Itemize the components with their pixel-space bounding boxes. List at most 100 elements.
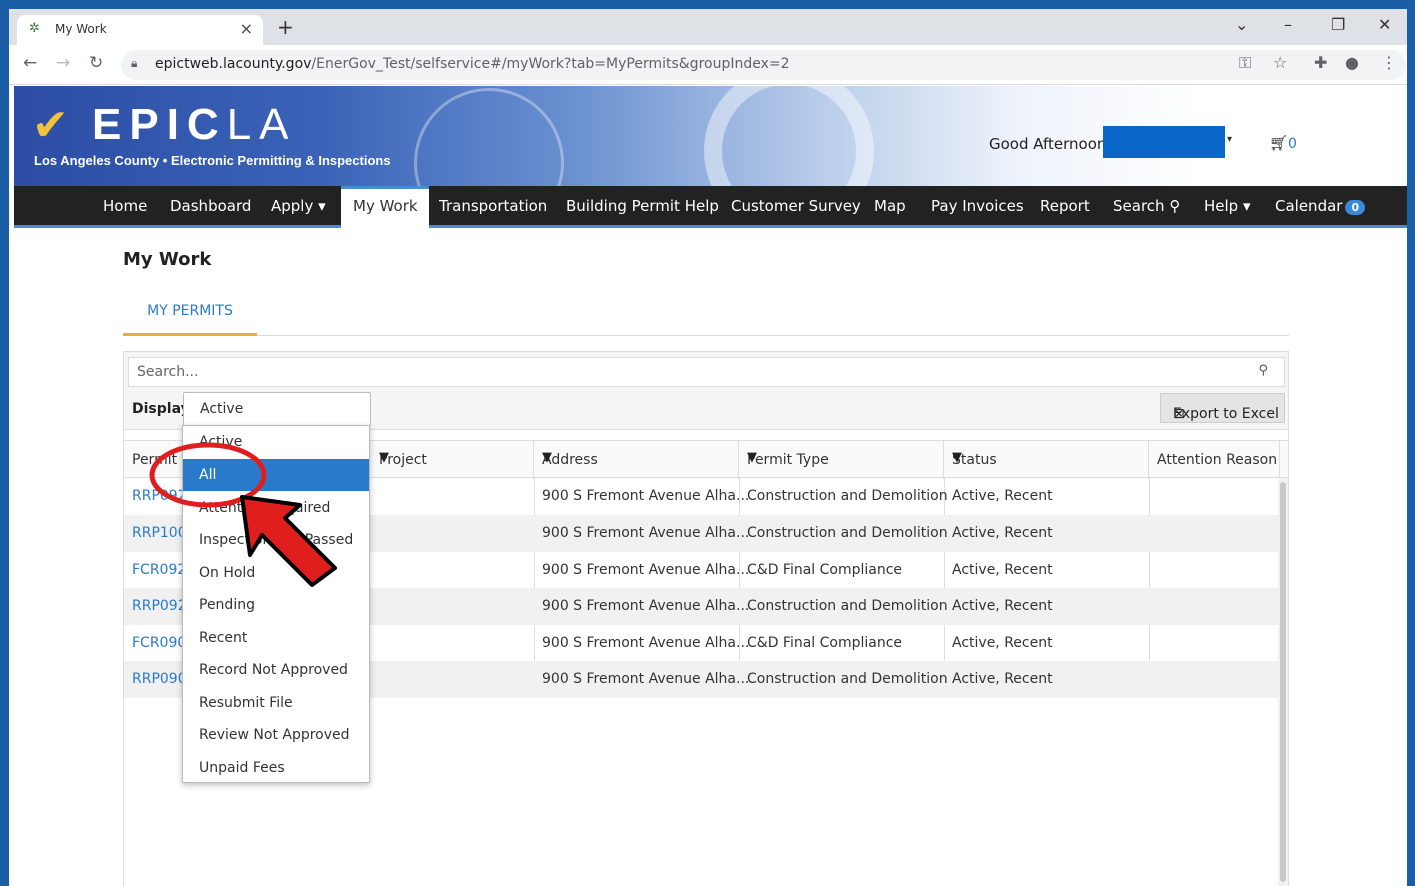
greeting-text: Good Afternoon, — [989, 135, 1112, 153]
nav-pay-invoices[interactable]: Pay Invoices — [931, 197, 1024, 215]
display-dropdown-list: Active All Attention Required Inspection… — [182, 425, 370, 783]
filter-icon[interactable]: ▼ — [952, 450, 1134, 465]
dropdown-option-attention-required[interactable]: Attention Required — [183, 492, 369, 524]
column-header-attention-reason[interactable]: Attention Reason — [1149, 441, 1280, 479]
nav-transportation[interactable]: Transportation — [439, 197, 547, 215]
extensions-icon[interactable]: ✚ — [1314, 53, 1327, 72]
address-cell: 900 S Fremont Avenue Alha... — [542, 671, 750, 687]
grid-search: ⚲ — [128, 357, 1285, 387]
grid-scrollbar[interactable] — [1278, 478, 1288, 886]
url-field[interactable]: 🔒︎ epictweb.lacounty.gov/EnerGov_Test/se… — [121, 50, 1406, 80]
address-cell: 900 S Fremont Avenue Alha... — [542, 562, 750, 578]
dropdown-option-resubmit-file[interactable]: Resubmit File — [183, 687, 369, 719]
new-tab-icon[interactable]: + — [277, 15, 294, 39]
status-cell: Active, Recent — [952, 635, 1053, 651]
browser-menu-icon[interactable]: ⋮ — [1381, 53, 1397, 72]
search-input[interactable] — [129, 358, 1229, 386]
address-cell: 900 S Fremont Avenue Alha... — [542, 488, 750, 504]
close-tab-icon[interactable]: × — [240, 19, 253, 38]
display-label: Display — [132, 401, 190, 417]
status-cell: Active, Recent — [952, 525, 1053, 541]
export-excel-button[interactable]: ⊠ Export to Excel — [1160, 393, 1285, 423]
main-nav: Home Dashboard Apply ▾ My Work Transport… — [14, 186, 1407, 228]
dropdown-option-all[interactable]: All — [183, 459, 369, 491]
dropdown-option-pending[interactable]: Pending — [183, 589, 369, 621]
url-path: /EnerGov_Test/selfservice#/myWork?tab=My… — [311, 56, 790, 72]
page-title: My Work — [123, 249, 212, 270]
browser-window: ✲ My Work × + ⌄ – ❐ ✕ ← → ↻ 🔒︎ epictweb.… — [9, 9, 1407, 886]
column-header-permit[interactable]: Permit # — [124, 441, 193, 479]
logo-check-icon: ✔ — [32, 100, 69, 151]
cart-icon: 🛒︎ — [1269, 134, 1289, 152]
nav-map[interactable]: Map — [874, 197, 906, 215]
address-cell: 900 S Fremont Avenue Alha... — [542, 635, 750, 651]
reload-icon[interactable]: ↻ — [89, 53, 103, 73]
key-icon[interactable]: ⚿ — [1239, 53, 1251, 73]
bookmark-star-icon[interactable]: ☆ — [1273, 53, 1287, 72]
column-header-project[interactable]: Project ▼ — [371, 441, 534, 479]
permit-type-cell: C&D Final Compliance — [747, 635, 903, 651]
dropdown-option-on-hold[interactable]: On Hold — [183, 557, 369, 589]
filter-icon[interactable]: ▼ — [542, 450, 724, 465]
site-favicon-icon: ✲ — [29, 21, 40, 36]
status-cell: Active, Recent — [952, 598, 1053, 614]
nav-building-permit-help[interactable]: Building Permit Help — [566, 197, 719, 215]
nav-search[interactable]: Search ⚲ — [1113, 197, 1180, 215]
dropdown-option-active[interactable]: Active — [183, 426, 369, 458]
grid-toolbar: ⚲ Display Active ⌄ ⊠ Export to Excel — [124, 352, 1288, 430]
cart-link[interactable]: 🛒︎0 — [1269, 134, 1297, 152]
logo-subtitle: Los Angeles County • Electronic Permitti… — [34, 153, 391, 168]
column-header-permit-type[interactable]: Permit Type ▼ — [739, 441, 944, 479]
permit-type-cell: Construction and Demolition — [747, 488, 948, 504]
restore-icon[interactable]: ❐ — [1331, 15, 1345, 34]
nav-help[interactable]: Help ▾ — [1204, 197, 1251, 215]
address-bar-row: ← → ↻ 🔒︎ epictweb.lacounty.gov/EnerGov_T… — [9, 45, 1407, 85]
scrollbar-thumb[interactable] — [1280, 482, 1286, 882]
dropdown-option-record-not-approved[interactable]: Record Not Approved — [183, 654, 369, 686]
tab-search-icon[interactable]: ⌄ — [1235, 15, 1248, 34]
nav-my-work[interactable]: My Work — [341, 186, 429, 228]
redacted-username[interactable] — [1103, 126, 1225, 158]
permit-type-cell: Construction and Demolition — [747, 525, 948, 541]
minimize-icon[interactable]: – — [1284, 15, 1292, 34]
filter-icon[interactable]: ▼ — [747, 450, 929, 465]
status-cell: Active, Recent — [952, 562, 1053, 578]
user-menu-caret-icon[interactable]: ▾ — [1227, 134, 1232, 145]
browser-tab[interactable]: ✲ My Work × — [17, 15, 263, 45]
permit-type-cell: Construction and Demolition — [747, 598, 948, 614]
column-header-address[interactable]: Address ▼ — [534, 441, 739, 479]
dropdown-option-inspection-not-passed[interactable]: Inspection Not Passed — [183, 524, 369, 556]
url-host: epictweb.lacounty.gov — [155, 56, 312, 72]
tab-strip: ✲ My Work × + ⌄ – ❐ ✕ — [9, 9, 1407, 45]
dropdown-option-review-not-approved[interactable]: Review Not Approved — [183, 719, 369, 751]
permit-type-cell: C&D Final Compliance — [747, 562, 903, 578]
search-icon: ⚲ — [1169, 197, 1181, 215]
address-cell: 900 S Fremont Avenue Alha... — [542, 525, 750, 541]
forward-icon[interactable]: → — [56, 53, 70, 73]
county-seal-watermark — [414, 88, 564, 186]
nav-dashboard[interactable]: Dashboard — [170, 197, 251, 215]
permit-type-cell: Construction and Demolition — [747, 671, 948, 687]
chevron-down-icon: ⌄ — [200, 401, 210, 414]
check-watermark — [704, 86, 874, 186]
nav-calendar[interactable]: Calendar 0 — [1275, 197, 1366, 215]
display-select[interactable]: Active ⌄ — [183, 392, 371, 426]
dropdown-option-recent[interactable]: Recent — [183, 622, 369, 654]
nav-report[interactable]: Report — [1040, 197, 1090, 215]
tab-my-permits[interactable]: MY PERMITS — [123, 291, 257, 336]
filter-icon[interactable]: ▼ — [379, 450, 519, 465]
nav-apply[interactable]: Apply ▾ — [271, 197, 326, 215]
back-icon[interactable]: ← — [23, 53, 37, 73]
nav-home[interactable]: Home — [103, 197, 147, 215]
column-header-status[interactable]: Status ▼ — [944, 441, 1149, 479]
search-icon[interactable]: ⚲ — [1258, 363, 1268, 378]
site-banner: ✔ EPICLA Los Angeles County • Electronic… — [14, 86, 1407, 186]
nav-customer-survey[interactable]: Customer Survey — [731, 197, 861, 215]
close-window-icon[interactable]: ✕ — [1378, 15, 1391, 34]
address-cell: 900 S Fremont Avenue Alha... — [542, 598, 750, 614]
calendar-count-badge: 0 — [1345, 200, 1366, 215]
site-logo[interactable]: EPICLA — [92, 100, 297, 150]
dropdown-option-unpaid-fees[interactable]: Unpaid Fees — [183, 752, 369, 784]
profile-avatar-icon[interactable]: ● — [1345, 53, 1359, 72]
work-tabs: MY PERMITS — [123, 291, 1289, 336]
